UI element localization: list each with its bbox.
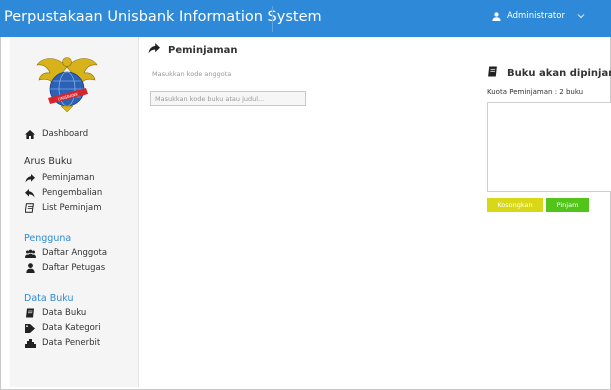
user-menu[interactable]: Administrator xyxy=(492,11,585,21)
section-title-arus-buku: Arus Buku xyxy=(24,156,73,167)
sidebar-item-data-buku[interactable]: Data Buku xyxy=(24,308,86,318)
navbar-divider xyxy=(272,6,273,32)
sidebar-item-pengembalian[interactable]: Pengembalian xyxy=(24,188,102,198)
section-title-data-buku: Data Buku xyxy=(24,293,74,304)
sidebar-item-label: Dashboard xyxy=(42,129,89,139)
sidebar-item-label: Data Penerbit xyxy=(42,338,101,348)
list-icon xyxy=(24,203,36,213)
publisher-icon xyxy=(24,338,36,348)
member-code-hint[interactable]: Masukkan kode anggota xyxy=(152,70,231,78)
university-logo: UNISBANK xyxy=(34,51,100,113)
sidebar-item-list-peminjam[interactable]: List Peminjam xyxy=(24,203,102,213)
user-name: Administrator xyxy=(507,11,565,21)
sidebar: UNISBANK Dashboard Arus Buku Peminjaman … xyxy=(10,37,139,387)
clear-button[interactable]: Kosongkan xyxy=(487,198,543,212)
borrow-list-title-text: Buku akan dipinjam xyxy=(507,67,611,79)
sidebar-item-label: Peminjaman xyxy=(42,173,95,183)
sidebar-item-label: Daftar Anggota xyxy=(42,248,108,258)
sidebar-item-label: Pengembalian xyxy=(42,188,103,198)
sidebar-item-dashboard[interactable]: Dashboard xyxy=(24,129,88,139)
borrow-button[interactable]: Pinjam xyxy=(546,198,589,212)
sidebar-item-daftar-petugas[interactable]: Daftar Petugas xyxy=(24,263,105,273)
sidebar-item-label: Data Buku xyxy=(42,308,87,318)
user-icon xyxy=(24,263,36,273)
top-navbar: Perpustakaan Unisbank Information System… xyxy=(0,0,611,37)
borrow-list-title: Buku akan dipinjam xyxy=(487,66,611,80)
share-arrow-icon xyxy=(148,43,160,57)
sidebar-item-data-kategori[interactable]: Data Kategori xyxy=(24,323,101,333)
app-title[interactable]: Perpustakaan Unisbank Information System xyxy=(4,9,322,25)
borrow-list-box[interactable] xyxy=(487,102,611,192)
sidebar-item-peminjaman[interactable]: Peminjaman xyxy=(24,173,95,183)
tags-icon xyxy=(24,323,36,333)
book-icon xyxy=(487,66,498,80)
sidebar-item-data-penerbit[interactable]: Data Penerbit xyxy=(24,338,100,348)
borrow-quota: Kuota Peminjaman : 2 buku xyxy=(487,88,584,96)
sidebar-item-label: Data Kategori xyxy=(42,323,101,333)
home-icon xyxy=(24,129,36,139)
sidebar-item-daftar-anggota[interactable]: Daftar Anggota xyxy=(24,248,107,258)
section-title-pengguna: Pengguna xyxy=(24,233,72,244)
book-icon xyxy=(24,308,36,318)
reply-arrow-icon xyxy=(24,188,36,198)
users-icon xyxy=(24,249,36,258)
user-icon xyxy=(492,11,501,21)
book-search-input[interactable] xyxy=(150,91,306,106)
page-title-text: Peminjaman xyxy=(168,44,238,56)
sidebar-item-label: List Peminjam xyxy=(42,203,102,213)
share-arrow-icon xyxy=(24,173,36,183)
sidebar-item-label: Daftar Petugas xyxy=(42,263,106,273)
page-title: Peminjaman xyxy=(148,43,238,57)
chevron-down-icon xyxy=(577,13,585,19)
